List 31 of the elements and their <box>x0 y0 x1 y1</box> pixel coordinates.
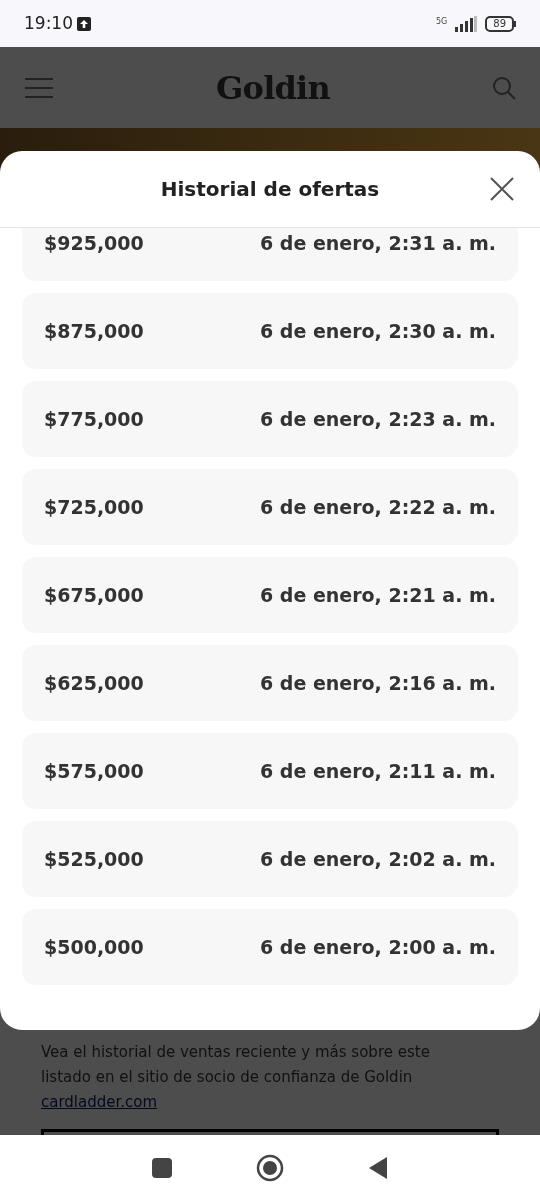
bid-amount: $625,000 <box>44 670 144 696</box>
bid-amount: $675,000 <box>44 582 144 608</box>
cardladder-link[interactable]: cardladder.com <box>41 1093 158 1111</box>
bid-time: 6 de enero, 2:16 a. m. <box>259 670 496 696</box>
bid-amount: $525,000 <box>44 846 144 872</box>
bid-time: 6 de enero, 2:22 a. m. <box>259 494 496 520</box>
upload-icon <box>77 16 91 31</box>
bid-time: 6 de enero, 2:02 a. m. <box>259 846 496 872</box>
close-icon[interactable] <box>490 177 514 201</box>
bid-time: 6 de enero, 2:21 a. m. <box>259 582 496 608</box>
bid-time: 6 de enero, 2:31 a. m. <box>259 230 496 256</box>
bid-time: 6 de enero, 2:00 a. m. <box>259 934 496 960</box>
bid-amount: $725,000 <box>44 494 144 520</box>
network-label: 5G <box>435 17 448 26</box>
modal-title: Historial de ofertas <box>160 176 380 203</box>
bid-time: 6 de enero, 2:11 a. m. <box>259 758 496 784</box>
status-time: 19:10 <box>24 11 73 35</box>
bid-amount: $500,000 <box>44 934 144 960</box>
recents-button[interactable] <box>152 1157 172 1178</box>
back-button[interactable] <box>368 1155 388 1180</box>
signal-icon <box>455 15 478 32</box>
footer-text: Vea el historial de ventas reciente y más sobre este listado en el sitio de socio de confianza de Goldin cardladder.com <box>41 1042 431 1113</box>
bid-amount: $575,000 <box>44 758 144 784</box>
battery-icon: 89 <box>485 15 516 32</box>
bid-amount: $775,000 <box>44 406 144 432</box>
bid-time: 6 de enero, 2:30 a. m. <box>259 318 496 344</box>
bid-amount: $875,000 <box>44 318 144 344</box>
bid-time: 6 de enero, 2:23 a. m. <box>259 406 496 432</box>
home-button[interactable] <box>256 1153 284 1182</box>
logo[interactable]: Goldin <box>216 63 330 112</box>
bid-amount: $925,000 <box>44 230 144 256</box>
